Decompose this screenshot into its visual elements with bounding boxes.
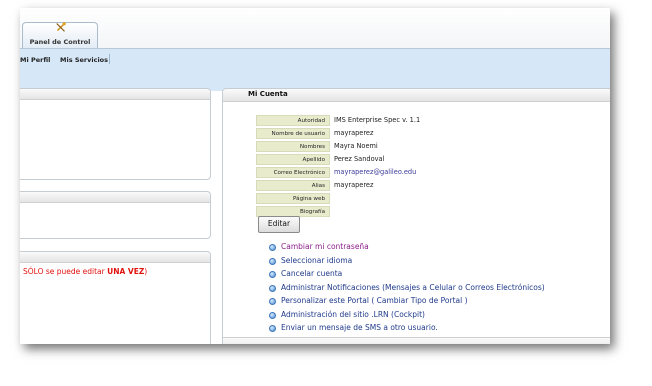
left-panel-3: SÓLO se puede editar UNA VEZ) xyxy=(20,251,211,344)
my-account-title: Mi Cuenta xyxy=(248,90,288,98)
profile-label: Correo Electrónico xyxy=(256,167,330,178)
sub-navigation: Mi Perfil Mis Servicios xyxy=(20,49,610,91)
profile-label: Autoridad xyxy=(256,115,330,126)
profile-value: mayraperez xyxy=(334,181,374,189)
edit-once-warning: SÓLO se puede editar UNA VEZ) xyxy=(23,267,148,276)
profile-label: Apellido xyxy=(256,154,330,165)
edit-button[interactable]: Editar xyxy=(258,216,300,233)
tools-icon xyxy=(56,22,66,32)
action-label[interactable]: Administrar Notificaciones (Mensajes a C… xyxy=(281,283,545,293)
left-panel-2 xyxy=(20,191,211,239)
bullet-icon xyxy=(269,257,276,265)
action-label[interactable]: Administración del sitio .LRN (Cockpit) xyxy=(281,310,425,320)
action-label[interactable]: Enviar un mensaje de SMS a otro usuario. xyxy=(281,323,438,333)
action-label[interactable]: Cancelar cuenta xyxy=(281,269,342,279)
bullet-icon xyxy=(269,311,276,319)
my-account-header: Mi Cuenta xyxy=(223,89,610,102)
subnav-divider xyxy=(109,54,110,64)
bullet-icon xyxy=(269,271,276,278)
left-panel-3-header xyxy=(20,252,210,263)
portal-window: Panel de Control Mi Perfil Mis Servicios… xyxy=(20,8,610,344)
my-account-footer xyxy=(223,337,610,344)
tab-bar: Panel de Control xyxy=(20,8,610,49)
profile-value: IMS Enterprise Spec v. 1.1 xyxy=(334,116,421,124)
profile-label: Nombre de usuario xyxy=(256,128,330,139)
profile-value: Mayra Noemi xyxy=(334,142,378,150)
left-panel-1-header xyxy=(20,89,210,100)
action-label[interactable]: Cambiar mi contraseña xyxy=(281,242,369,252)
bullet-icon xyxy=(269,244,276,251)
profile-label: Página web xyxy=(256,193,330,204)
action-label[interactable]: Seleccionar idioma xyxy=(281,256,352,266)
profile-email-link[interactable]: mayraperez@galileo.edu xyxy=(334,167,416,178)
bullet-icon xyxy=(269,298,276,305)
my-account-panel: Mi Cuenta Autoridad IMS Enterprise Spec … xyxy=(222,88,610,344)
subnav-my-profile[interactable]: Mi Perfil xyxy=(20,56,50,64)
tab-control-panel[interactable]: Panel de Control xyxy=(22,22,98,48)
tab-control-panel-label: Panel de Control xyxy=(29,38,91,46)
profile-value: Perez Sandoval xyxy=(334,155,385,163)
left-panel-1 xyxy=(20,88,211,180)
bullet-icon xyxy=(269,325,276,332)
profile-value: mayraperez xyxy=(334,129,374,137)
bullet-icon xyxy=(269,284,276,292)
profile-label: Alias xyxy=(256,180,330,191)
action-label[interactable]: Personalizar este Portal ( Cambiar Tipo … xyxy=(281,296,468,306)
left-panel-2-header xyxy=(20,192,210,203)
profile-label: Nombres xyxy=(256,141,330,152)
subnav-my-services[interactable]: Mis Servicios xyxy=(60,56,108,64)
